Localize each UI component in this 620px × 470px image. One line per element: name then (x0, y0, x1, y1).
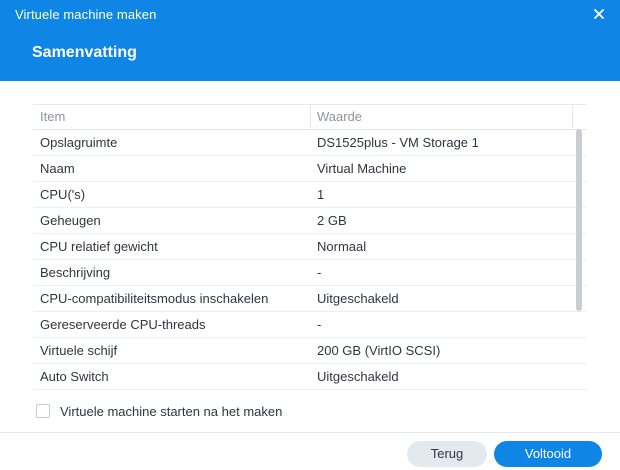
row-item-label: Auto Switch (40, 369, 109, 384)
table-row[interactable]: Beschrijving - (33, 260, 587, 286)
summary-table: Item Waarde Opslagruimte DS1525plus - VM … (33, 104, 587, 390)
page-title: Samenvatting (32, 44, 137, 61)
row-value: 200 GB (VirtIO SCSI) (317, 343, 441, 358)
row-item-label: Gereserveerde CPU-threads (40, 317, 206, 332)
table-row[interactable]: Geheugen 2 GB (33, 208, 587, 234)
table-row[interactable]: CPU-compatibiliteitsmodus inschakelen Uit… (33, 286, 587, 312)
footer-divider (0, 432, 620, 433)
row-value: Uitgeschakeld (317, 291, 399, 306)
column-divider[interactable] (310, 105, 311, 129)
table-row[interactable]: CPU('s) 1 (33, 182, 587, 208)
table-row[interactable]: Naam Virtual Machine (33, 156, 587, 182)
row-value: DS1525plus - VM Storage 1 (317, 135, 479, 150)
column-divider[interactable] (572, 105, 573, 129)
row-value: - (317, 265, 322, 280)
window-title: Virtuele machine maken (15, 7, 157, 22)
row-item-label: Naam (40, 161, 75, 176)
row-value: 1 (317, 187, 325, 202)
row-value: Uitgeschakeld (317, 369, 399, 384)
start-after-create-label: Virtuele machine starten na het maken (60, 403, 283, 419)
column-header-value[interactable]: Waarde (317, 105, 362, 129)
start-after-create-option[interactable]: Virtuele machine starten na het maken (36, 402, 282, 420)
start-after-create-checkbox[interactable] (36, 404, 50, 418)
table-row[interactable]: Gereserveerde CPU-threads - (33, 312, 587, 338)
row-item-label: Beschrijving (40, 265, 111, 280)
row-value: Virtual Machine (317, 161, 407, 176)
row-value: - (317, 317, 322, 332)
finish-button[interactable]: Voltooid (494, 441, 602, 467)
row-value: Normaal (317, 239, 367, 254)
row-item-label: CPU('s) (40, 187, 86, 202)
table-row[interactable]: Opslagruimte DS1525plus - VM Storage 1 (33, 130, 587, 156)
row-item-label: Opslagruimte (40, 135, 118, 150)
row-item-label: CPU-compatibiliteitsmodus inschakelen (40, 291, 269, 306)
dialog-header: Virtuele machine maken Samenvatting (0, 0, 620, 81)
table-row[interactable]: CPU relatief gewicht Normaal (33, 234, 587, 260)
row-item-label: Virtuele schijf (40, 343, 118, 358)
row-item-label: CPU relatief gewicht (40, 239, 158, 254)
back-button[interactable]: Terug (407, 441, 487, 467)
table-scrollbar[interactable] (576, 129, 582, 311)
table-row[interactable]: Virtuele schijf 200 GB (VirtIO SCSI) (33, 338, 587, 364)
column-header-item[interactable]: Item (40, 105, 65, 129)
row-item-label: Geheugen (40, 213, 101, 228)
row-value: 2 GB (317, 213, 347, 228)
table-row[interactable]: Auto Switch Uitgeschakeld (33, 364, 587, 390)
close-icon[interactable] (592, 7, 606, 21)
table-body: Opslagruimte DS1525plus - VM Storage 1 Naa… (33, 130, 587, 390)
table-header: Item Waarde (33, 104, 587, 130)
